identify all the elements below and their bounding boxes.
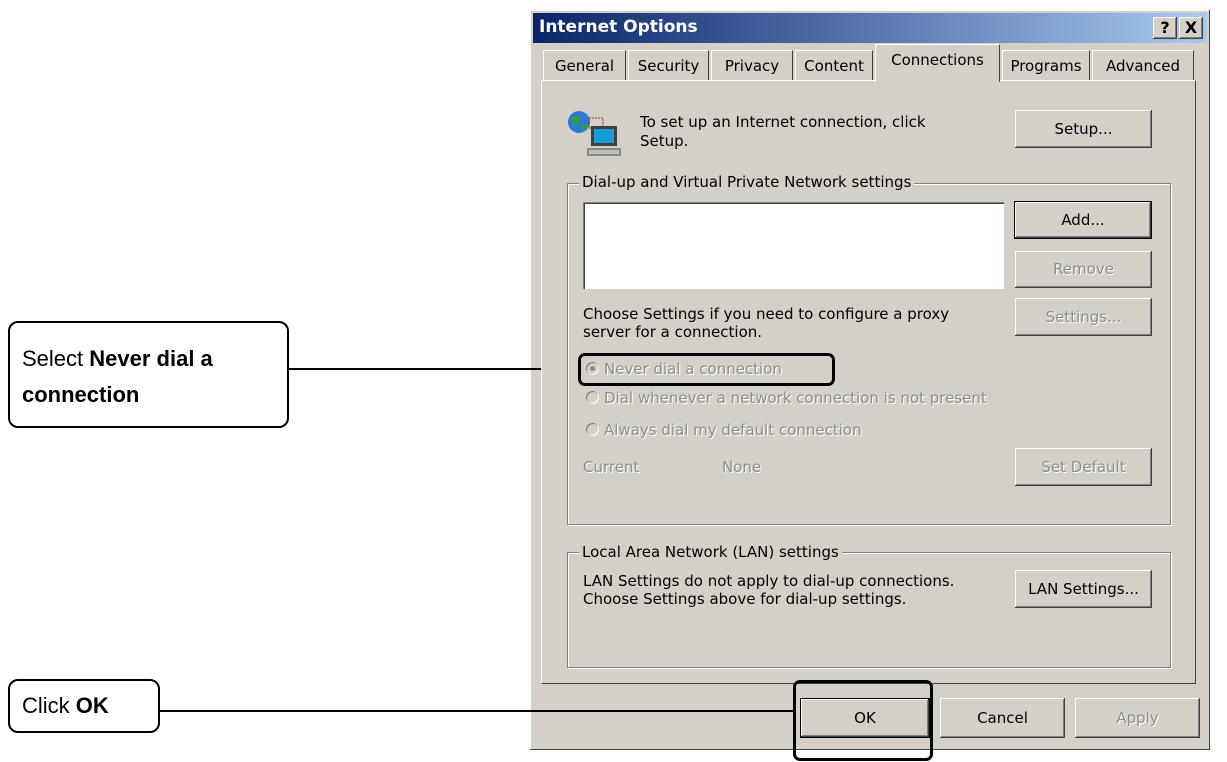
apply-button[interactable]: Apply — [1075, 698, 1200, 738]
current-label: Current — [583, 458, 640, 476]
ok-highlight — [793, 680, 933, 761]
remove-button[interactable]: Remove — [1015, 251, 1152, 288]
callout-never-dial-line2: connection — [22, 382, 140, 407]
tab-programs[interactable]: Programs — [1002, 50, 1090, 80]
radio-dial-whenever[interactable] — [586, 391, 599, 404]
click-ok-callout: Click OK — [8, 679, 160, 733]
cancel-button[interactable]: Cancel — [940, 698, 1065, 738]
close-button[interactable]: X — [1179, 17, 1203, 39]
ok-leader-line — [160, 710, 794, 712]
radio-always-dial-label[interactable]: Always dial my default connection — [604, 421, 862, 439]
never-dial-leader-line — [289, 368, 579, 370]
help-button[interactable]: ? — [1153, 17, 1177, 39]
proxy-text-line2: server for a connection. — [583, 323, 763, 341]
lan-text-line1: LAN Settings do not apply to dial-up con… — [583, 572, 955, 590]
title-bar[interactable]: Internet Options ? X — [533, 13, 1207, 43]
callout-never-dial-bold: Never dial a — [89, 346, 213, 371]
never-dial-callout: Select Never dial a connection — [8, 321, 289, 428]
tab-connections[interactable]: Connections — [875, 44, 1000, 82]
callout-never-dial-prefix: Select — [22, 346, 90, 371]
setup-text-line2: Setup. — [640, 132, 689, 150]
add-button[interactable]: Add... — [1014, 201, 1152, 239]
window-title: Internet Options — [539, 17, 698, 37]
never-dial-highlight — [578, 353, 835, 386]
lan-group-label: Local Area Network (LAN) settings — [579, 543, 842, 561]
tab-security[interactable]: Security — [628, 50, 709, 80]
current-value: None — [722, 458, 762, 476]
radio-dial-whenever-label[interactable]: Dial whenever a network connection is no… — [604, 389, 987, 407]
lan-text-line2: Choose Settings above for dial-up settin… — [583, 590, 907, 608]
tab-privacy[interactable]: Privacy — [711, 50, 793, 80]
setup-text-line1: To set up an Internet connection, click — [640, 113, 926, 131]
setup-button[interactable]: Setup... — [1015, 110, 1152, 148]
settings-button[interactable]: Settings... — [1015, 298, 1152, 336]
radio-always-dial[interactable] — [586, 423, 599, 436]
tab-advanced[interactable]: Advanced — [1092, 50, 1194, 80]
network-computer-icon — [565, 108, 625, 163]
connections-listbox[interactable] — [583, 202, 1004, 289]
proxy-text-line1: Choose Settings if you need to configure… — [583, 305, 950, 323]
callout-ok-bold: OK — [75, 693, 109, 718]
tab-general[interactable]: General — [543, 50, 626, 80]
set-default-button[interactable]: Set Default — [1015, 448, 1152, 486]
tab-content[interactable]: Content — [795, 50, 873, 80]
dialup-group-label: Dial-up and Virtual Private Network sett… — [579, 173, 915, 191]
callout-ok-prefix: Click — [22, 693, 76, 718]
lan-settings-button[interactable]: LAN Settings... — [1015, 570, 1152, 608]
